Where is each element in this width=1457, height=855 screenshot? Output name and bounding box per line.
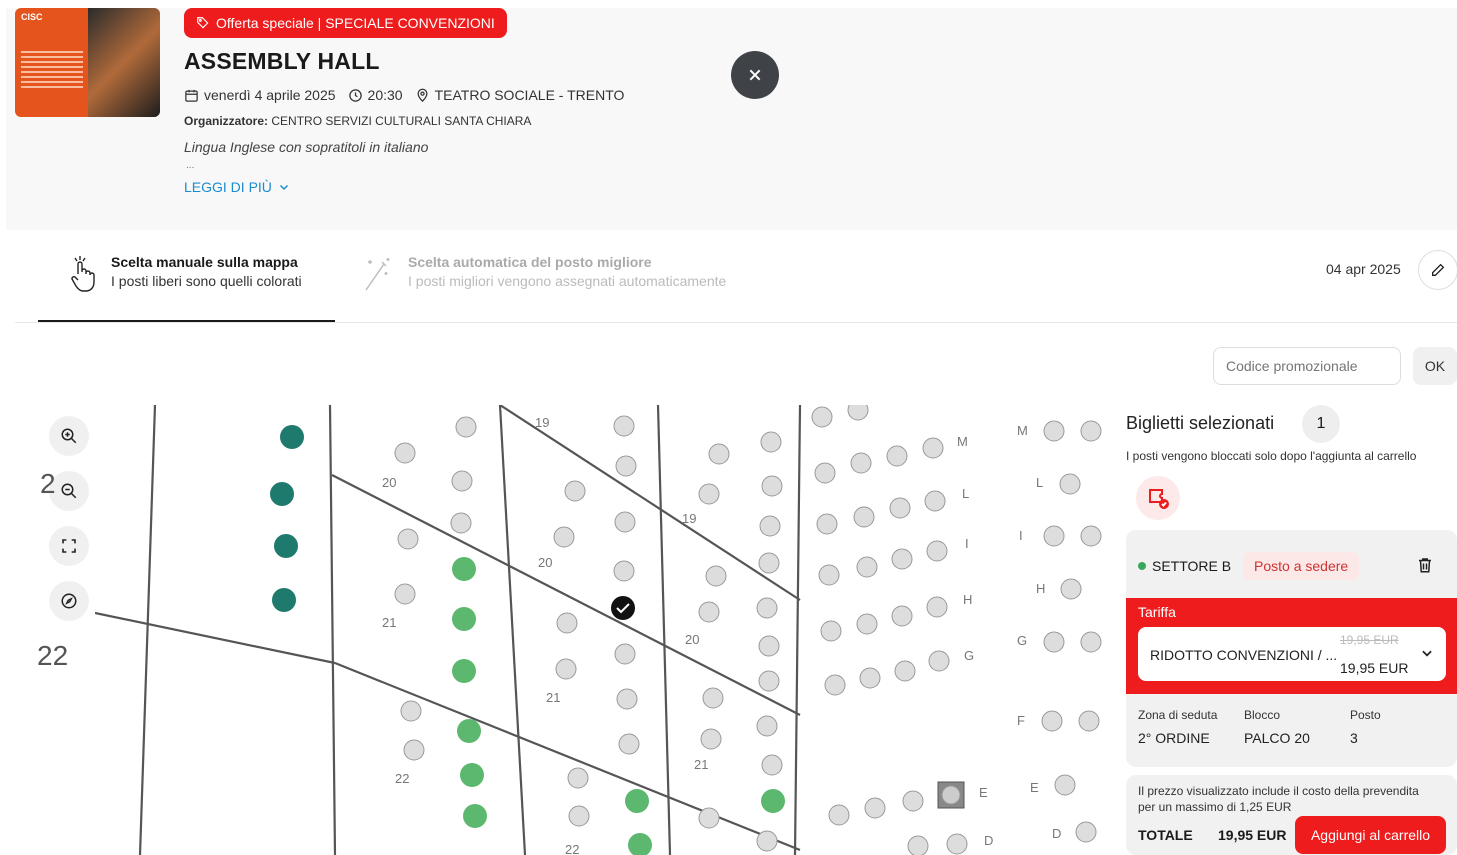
svg-text:D: D (1052, 826, 1061, 841)
add-to-cart-button[interactable]: Aggiungi al carrello (1295, 816, 1446, 854)
tariff-section: Tariffa RIDOTTO CONVENZIONI / ... 19,95 … (1126, 598, 1457, 694)
zoom-in-icon (61, 428, 77, 444)
svg-text:D: D (984, 833, 993, 848)
ticket-check-icon (1149, 489, 1169, 509)
hand-pointer-icon (71, 256, 95, 292)
block-value: PALCO 20 (1244, 730, 1310, 746)
svg-text:L: L (962, 486, 969, 501)
selection-mode-tabs: Scelta manuale sulla mappa I posti liber… (15, 236, 1457, 323)
svg-text:22: 22 (395, 771, 409, 786)
svg-text:21: 21 (546, 690, 560, 705)
row-label-top: 2 (40, 468, 56, 499)
event-organizer: Organizzatore: CENTRO SERVIZI CULTURALI … (184, 114, 532, 128)
close-button[interactable] (731, 51, 779, 99)
selected-date: 04 apr 2025 (1326, 261, 1401, 277)
svg-text:21: 21 (382, 615, 396, 630)
active-tab-indicator (38, 320, 335, 322)
price-summary: Il prezzo visualizzato include il costo … (1126, 775, 1457, 855)
close-icon (749, 69, 761, 81)
tab-manual-selection[interactable]: Scelta manuale sulla mappa I posti liber… (67, 254, 302, 294)
svg-text:I: I (1019, 528, 1023, 543)
svg-text:19: 19 (535, 415, 549, 430)
svg-text:G: G (1017, 633, 1027, 648)
tariff-select[interactable]: RIDOTTO CONVENZIONI / ... 19,95 EUR 19,9… (1138, 627, 1446, 681)
total-amount: 19,95 EUR (1218, 827, 1287, 843)
event-venue: TEATRO SOCIALE - TRENTO (434, 87, 625, 103)
event-date: venerdì 4 aprile 2025 (204, 87, 336, 103)
zoom-out-icon (61, 483, 77, 499)
tab-auto-subtitle: I posti migliori vengono assegnati autom… (408, 273, 727, 289)
zone-header: Zona di seduta (1138, 708, 1218, 722)
block-header: Blocco (1244, 708, 1281, 722)
remove-ticket-button[interactable] (1416, 556, 1434, 579)
event-time: 20:30 (367, 87, 403, 103)
tab-manual-subtitle: I posti liberi sono quelli colorati (111, 273, 302, 289)
chevron-down-icon (279, 184, 288, 191)
ticket-card: SETTORE B Posto a sedere Tariffa RIDOTTO… (1126, 530, 1457, 767)
edit-date-button[interactable] (1418, 250, 1457, 290)
fullscreen-icon (62, 539, 76, 553)
tab-auto-title: Scelta automatica del posto migliore (408, 254, 652, 270)
svg-text:E: E (1030, 780, 1039, 795)
event-poster: CISC (15, 8, 160, 117)
calendar-icon (185, 89, 198, 102)
svg-text:20: 20 (538, 555, 552, 570)
tariff-name: RIDOTTO CONVENZIONI / ... (1150, 647, 1338, 663)
svg-text:20: 20 (685, 632, 699, 647)
row-label-bottom: 22 (37, 640, 69, 671)
poster-logo: CISC (21, 12, 43, 22)
compass-icon (61, 593, 77, 609)
seat-value: 3 (1350, 730, 1358, 746)
magic-wand-icon (365, 258, 390, 291)
promo-ok-button[interactable]: OK (1413, 347, 1457, 385)
location-icon (417, 88, 428, 102)
fee-note: Il prezzo visualizzato include il costo … (1138, 784, 1419, 814)
seat-type-badge: Posto a sedere (1243, 552, 1360, 580)
event-description: Lingua Inglese con sopratitoli in italia… (184, 139, 429, 155)
tariff-old-price: 19,95 EUR (1340, 633, 1399, 647)
ticket-count-badge: 1 (1302, 405, 1340, 443)
seat-header: Posto (1350, 708, 1381, 722)
event-meta: venerdì 4 aprile 2025 20:30 TEATRO SOCIA… (184, 87, 624, 103)
tariff-label: Tariffa (1138, 604, 1176, 620)
lock-note: I posti vengono bloccati solo dopo l'agg… (1126, 449, 1417, 463)
svg-text:L: L (1036, 475, 1043, 490)
seat-ticket-icon (1136, 476, 1180, 520)
seat-map[interactable]: 20 21 22 19 20 21 22 19 20 21 M L I H G E D M L I H G F E D (95, 405, 1105, 855)
trash-icon (1419, 558, 1431, 573)
svg-text:I: I (965, 536, 969, 551)
badge-text: Offerta speciale | SPECIALE CONVENZIONI (216, 15, 495, 31)
zone-value: 2° ORDINE (1138, 730, 1210, 746)
svg-text:G: G (964, 648, 974, 663)
reset-orientation-button[interactable] (49, 581, 89, 621)
svg-text:M: M (957, 434, 968, 449)
svg-text:H: H (963, 592, 972, 607)
description-ellipsis: ... (186, 160, 195, 171)
svg-text:E: E (979, 785, 988, 800)
tab-auto-selection[interactable]: Scelta automatica del posto migliore I p… (362, 254, 726, 294)
svg-text:21: 21 (694, 757, 708, 772)
svg-text:22: 22 (565, 842, 579, 855)
svg-text:H: H (1036, 581, 1045, 596)
tariff-price: 19,95 EUR (1340, 660, 1409, 676)
special-offer-badge: Offerta speciale | SPECIALE CONVENZIONI (184, 8, 507, 38)
fullscreen-button[interactable] (49, 526, 89, 566)
selected-tickets-title: Biglietti selezionati (1126, 413, 1275, 433)
svg-text:19: 19 (682, 511, 696, 526)
clock-icon (348, 88, 362, 102)
tag-icon (197, 17, 209, 29)
promo-code-input[interactable] (1213, 347, 1401, 385)
svg-text:M: M (1017, 423, 1028, 438)
pencil-icon (1432, 263, 1445, 276)
chevron-down-icon (1422, 650, 1432, 657)
svg-text:20: 20 (382, 475, 396, 490)
read-more-link[interactable]: LEGGI DI PIÙ (184, 179, 290, 195)
event-title: ASSEMBLY HALL (184, 48, 380, 74)
sector-label: SETTORE B (1138, 558, 1231, 574)
svg-text:F: F (1017, 713, 1025, 728)
total-label: TOTALE (1138, 827, 1193, 843)
tab-manual-title: Scelta manuale sulla mappa (111, 254, 298, 270)
zoom-in-button[interactable] (49, 416, 89, 456)
